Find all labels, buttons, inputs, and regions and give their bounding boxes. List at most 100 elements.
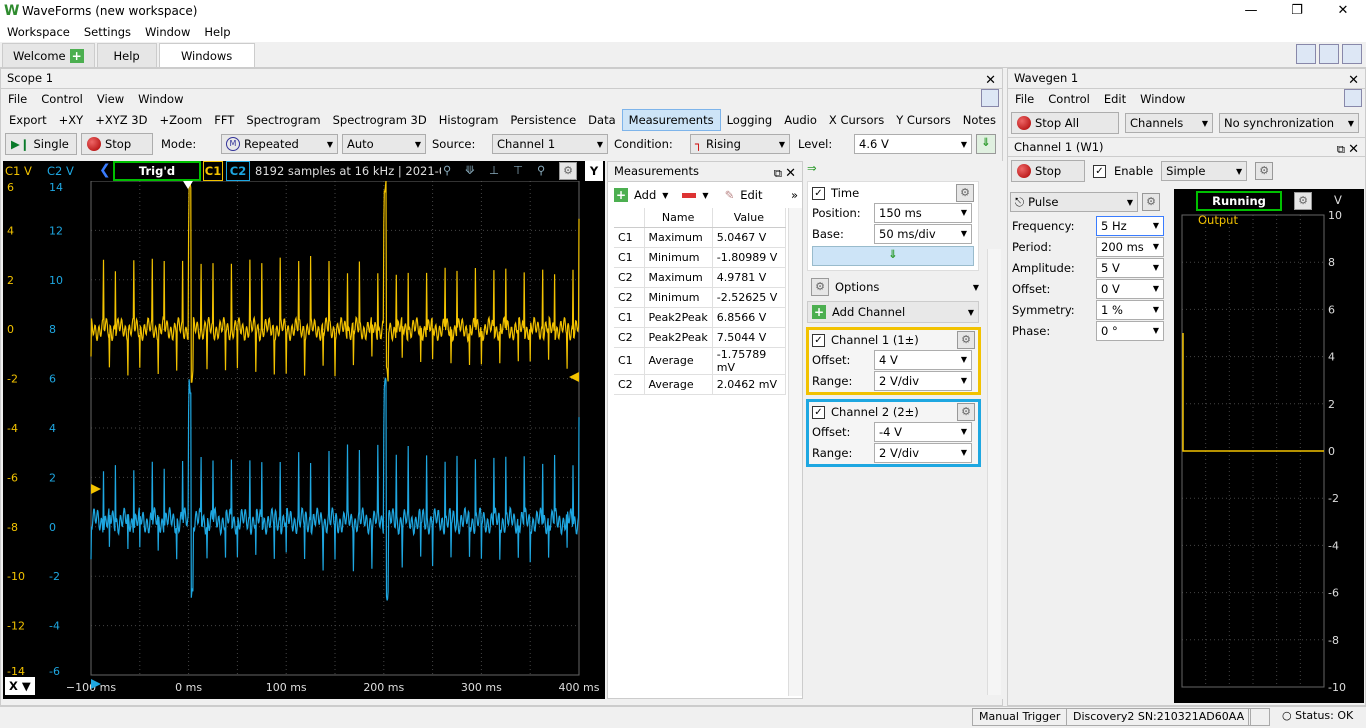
- manual-trigger-button[interactable]: Manual Trigger: [972, 708, 1068, 726]
- mode-select[interactable]: M Repeated ▼: [221, 134, 338, 154]
- layout-tile-icon[interactable]: [1296, 44, 1316, 64]
- enable-checkbox[interactable]: ✓: [1093, 164, 1106, 178]
- measure-icon[interactable]: ⊥: [489, 163, 499, 177]
- minimize-button[interactable]: —: [1228, 0, 1274, 22]
- auto-select[interactable]: Auto ▼: [342, 134, 426, 154]
- toolbar-x-cursors[interactable]: X Cursors: [823, 109, 890, 131]
- toolbar-zoom[interactable]: +Zoom: [153, 109, 208, 131]
- menu-window[interactable]: Window: [138, 22, 197, 42]
- layout-single-icon[interactable]: [1342, 44, 1362, 64]
- settings-scrollbar[interactable]: [987, 249, 1001, 695]
- table-row[interactable]: C2 Average 2.0462 mV: [614, 374, 787, 395]
- channels-select[interactable]: Channels ▼: [1125, 113, 1213, 133]
- menu-settings[interactable]: Settings: [77, 22, 138, 42]
- toolbar-xyz-3d[interactable]: +XYZ 3D: [89, 109, 153, 131]
- c2-toggle[interactable]: C2: [226, 161, 250, 181]
- toolbar-export[interactable]: Export: [3, 109, 53, 131]
- ch1-range-input[interactable]: 2 V/div ▼: [874, 370, 972, 391]
- menu-help[interactable]: Help: [197, 22, 237, 42]
- w1-stop-button[interactable]: Stop: [1011, 160, 1085, 182]
- toolbar-persistence[interactable]: Persistence: [504, 109, 582, 131]
- scope-menu-file[interactable]: File: [1, 89, 34, 109]
- edit-measurement-button[interactable]: Edit: [740, 188, 762, 202]
- wavegen-menu-window[interactable]: Window: [1133, 89, 1192, 109]
- table-row[interactable]: C1 Peak2Peak 6.8566 V: [614, 307, 787, 328]
- close-icon[interactable]: ✕: [785, 164, 796, 183]
- channel-1-gear-icon[interactable]: ⚙: [957, 331, 975, 349]
- wavegen-mode-select[interactable]: Simple ▼: [1161, 161, 1248, 181]
- wavegen-offset-input[interactable]: 0 V ▼: [1096, 278, 1164, 299]
- level-down-arrow-icon[interactable]: ⇓: [976, 134, 996, 154]
- phase-input[interactable]: 0 ° ▼: [1096, 320, 1164, 341]
- wavegen-gear-icon[interactable]: ⚙: [1255, 162, 1274, 180]
- tab-windows[interactable]: Windows: [158, 43, 255, 67]
- scope-menu-window[interactable]: Window: [131, 89, 190, 109]
- wavegen-plot[interactable]: Running ⚙ V Output 1086420-2-4-6-8-100 m…: [1174, 189, 1364, 703]
- tab-welcome[interactable]: Welcome +: [2, 43, 95, 67]
- align-icon[interactable]: ⊤: [513, 163, 523, 177]
- table-row[interactable]: C2 Maximum 4.9781 V: [614, 267, 787, 288]
- options-row[interactable]: ⚙ Options ▼: [807, 277, 979, 297]
- close-icon[interactable]: ✕: [1348, 71, 1359, 90]
- ch2-range-input[interactable]: 2 V/div ▼: [874, 442, 972, 463]
- layout-stack-icon[interactable]: [1319, 44, 1339, 64]
- toolbar-data[interactable]: Data: [582, 109, 621, 131]
- add-channel-button[interactable]: + Add Channel ▼: [807, 301, 979, 323]
- x-axis-button[interactable]: X ▼: [5, 677, 35, 695]
- y-axis-button[interactable]: Y: [585, 161, 603, 181]
- undock-icon[interactable]: [1344, 89, 1362, 107]
- maximize-button[interactable]: ❐: [1274, 0, 1320, 22]
- add-plus-icon[interactable]: +: [614, 188, 628, 202]
- period-input[interactable]: 200 ms ▼: [1096, 236, 1164, 257]
- waveform-select[interactable]: ⎋ Pulse ▼: [1010, 192, 1138, 212]
- base-input[interactable]: 50 ms/div ▼: [874, 223, 972, 244]
- remove-icon[interactable]: [682, 192, 697, 198]
- table-row[interactable]: C1 Minimum -1.80989 V: [614, 247, 787, 268]
- plot-settings-gear-icon[interactable]: ⚙: [559, 162, 577, 180]
- time-checkbox[interactable]: ✓: [812, 186, 825, 200]
- waveform-gear-icon[interactable]: ⚙: [1142, 193, 1160, 211]
- toolbar-logging[interactable]: Logging: [721, 109, 779, 131]
- toolbar-audio[interactable]: Audio: [778, 109, 823, 131]
- tab-help[interactable]: Help: [96, 43, 157, 67]
- single-button[interactable]: ▶❙ Single: [5, 133, 77, 155]
- condition-select[interactable]: ┐ Rising ▼: [690, 134, 790, 154]
- close-icon[interactable]: ✕: [1348, 140, 1359, 159]
- symmetry-input[interactable]: 1 % ▼: [1096, 299, 1164, 320]
- frequency-input[interactable]: 5 Hz ▼: [1096, 215, 1164, 236]
- ch1-offset-input[interactable]: 4 V ▼: [874, 349, 972, 370]
- wavegen-menu-control[interactable]: Control: [1041, 89, 1097, 109]
- scope-menu-view[interactable]: View: [90, 89, 131, 109]
- close-icon[interactable]: ✕: [985, 71, 996, 90]
- scroll-left-icon[interactable]: ❮: [99, 162, 111, 178]
- collapse-arrow-icon[interactable]: ⇒: [805, 161, 1003, 177]
- time-expand-arrow-icon[interactable]: ⇓: [812, 246, 974, 266]
- wavegen-menu-file[interactable]: File: [1008, 89, 1041, 109]
- stop-button[interactable]: Stop: [81, 133, 153, 155]
- c1-toggle[interactable]: C1: [203, 161, 223, 181]
- measurements-scrollbar[interactable]: [788, 208, 802, 696]
- scope-plot[interactable]: C1 V C2 V ❮ Trig'd C1 C2 8192 samples at…: [3, 161, 605, 699]
- toolbar-spectrogram-3d[interactable]: Spectrogram 3D: [327, 109, 433, 131]
- zoom-icon[interactable]: ⚲: [537, 163, 545, 177]
- ch2-offset-input[interactable]: -4 V ▼: [874, 421, 972, 442]
- table-row[interactable]: C1 Maximum 5.0467 V: [614, 227, 787, 248]
- device-icon[interactable]: [1248, 708, 1270, 726]
- toolbar-spectrogram[interactable]: Spectrogram: [240, 109, 326, 131]
- source-select[interactable]: Channel 1 ▼: [492, 134, 608, 154]
- time-gear-icon[interactable]: ⚙: [956, 184, 974, 202]
- toolbar-fft[interactable]: FFT: [208, 109, 240, 131]
- close-button[interactable]: ✕: [1320, 0, 1366, 22]
- toolbar-xy[interactable]: +XY: [53, 109, 90, 131]
- channel-1-checkbox[interactable]: ✓: [812, 333, 825, 347]
- menu-workspace[interactable]: Workspace: [0, 22, 77, 42]
- sync-select[interactable]: No synchronization ▼: [1219, 113, 1359, 133]
- stop-all-button[interactable]: Stop All: [1011, 112, 1119, 134]
- scope-menu-control[interactable]: Control: [34, 89, 90, 109]
- more-icon[interactable]: »: [791, 188, 798, 202]
- position-input[interactable]: 150 ms ▼: [874, 202, 972, 223]
- table-row[interactable]: C1 Average -1.75789 mV: [614, 347, 787, 375]
- channel-2-checkbox[interactable]: ✓: [812, 405, 825, 419]
- table-row[interactable]: C2 Minimum -2.52625 V: [614, 287, 787, 308]
- toolbar-measurements[interactable]: Measurements: [621, 109, 721, 131]
